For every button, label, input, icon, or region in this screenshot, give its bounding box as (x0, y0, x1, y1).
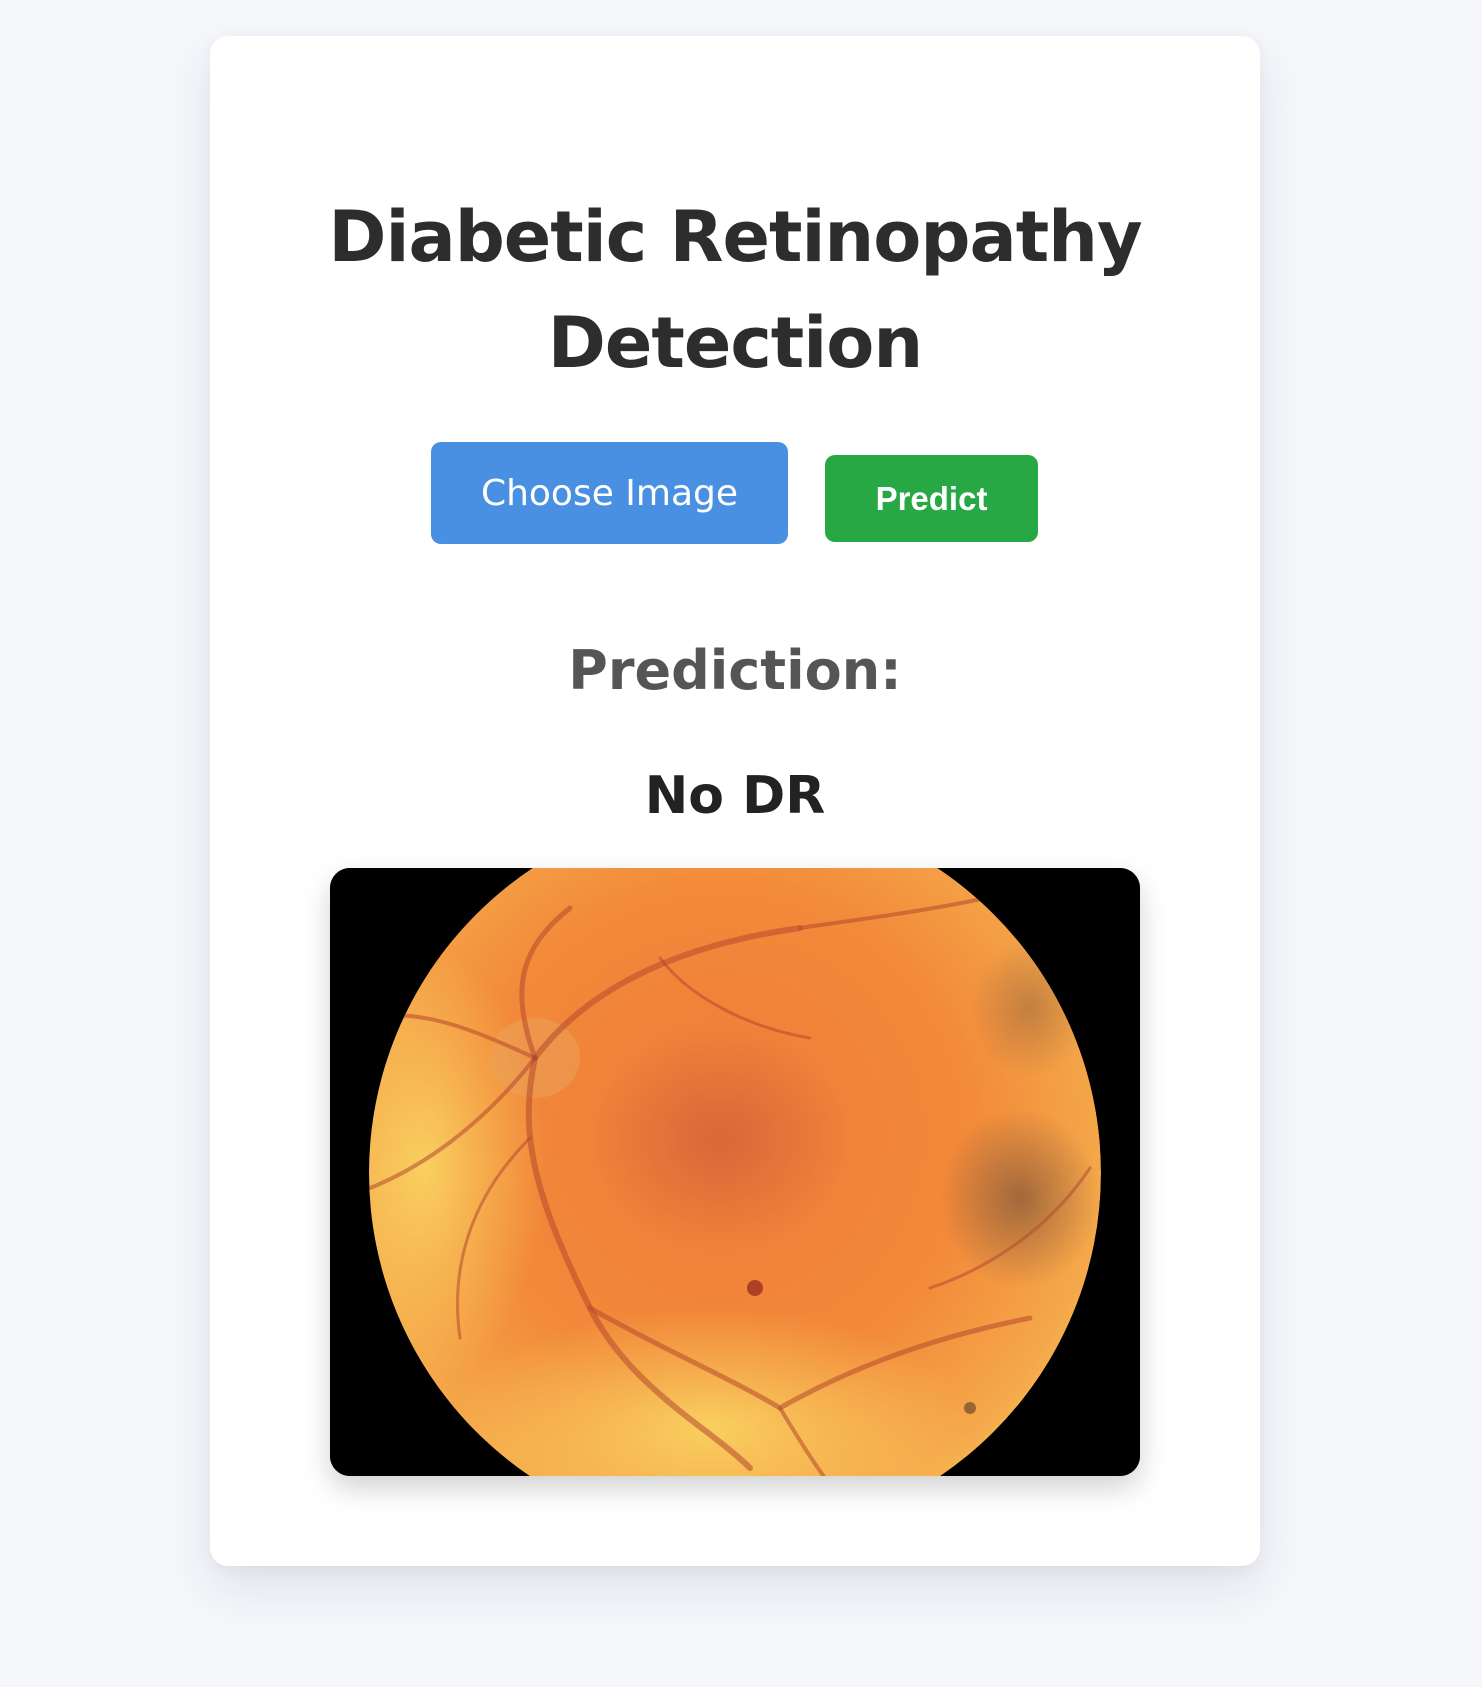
retina-image-preview (330, 868, 1140, 1476)
main-card: Diabetic Retinopathy Detection Choose Ima… (210, 36, 1260, 1566)
fundus-photo (330, 868, 1140, 1476)
prediction-result: No DR (644, 766, 826, 826)
page-title-line-1: Diabetic Retinopathy (328, 196, 1142, 278)
choose-image-button[interactable]: Choose Image (431, 442, 788, 544)
predict-button[interactable]: Predict (825, 455, 1038, 542)
prediction-label: Prediction: (568, 639, 902, 702)
page-title-line-2: Detection (547, 302, 923, 384)
page-title: Diabetic Retinopathy Detection (210, 184, 1260, 396)
